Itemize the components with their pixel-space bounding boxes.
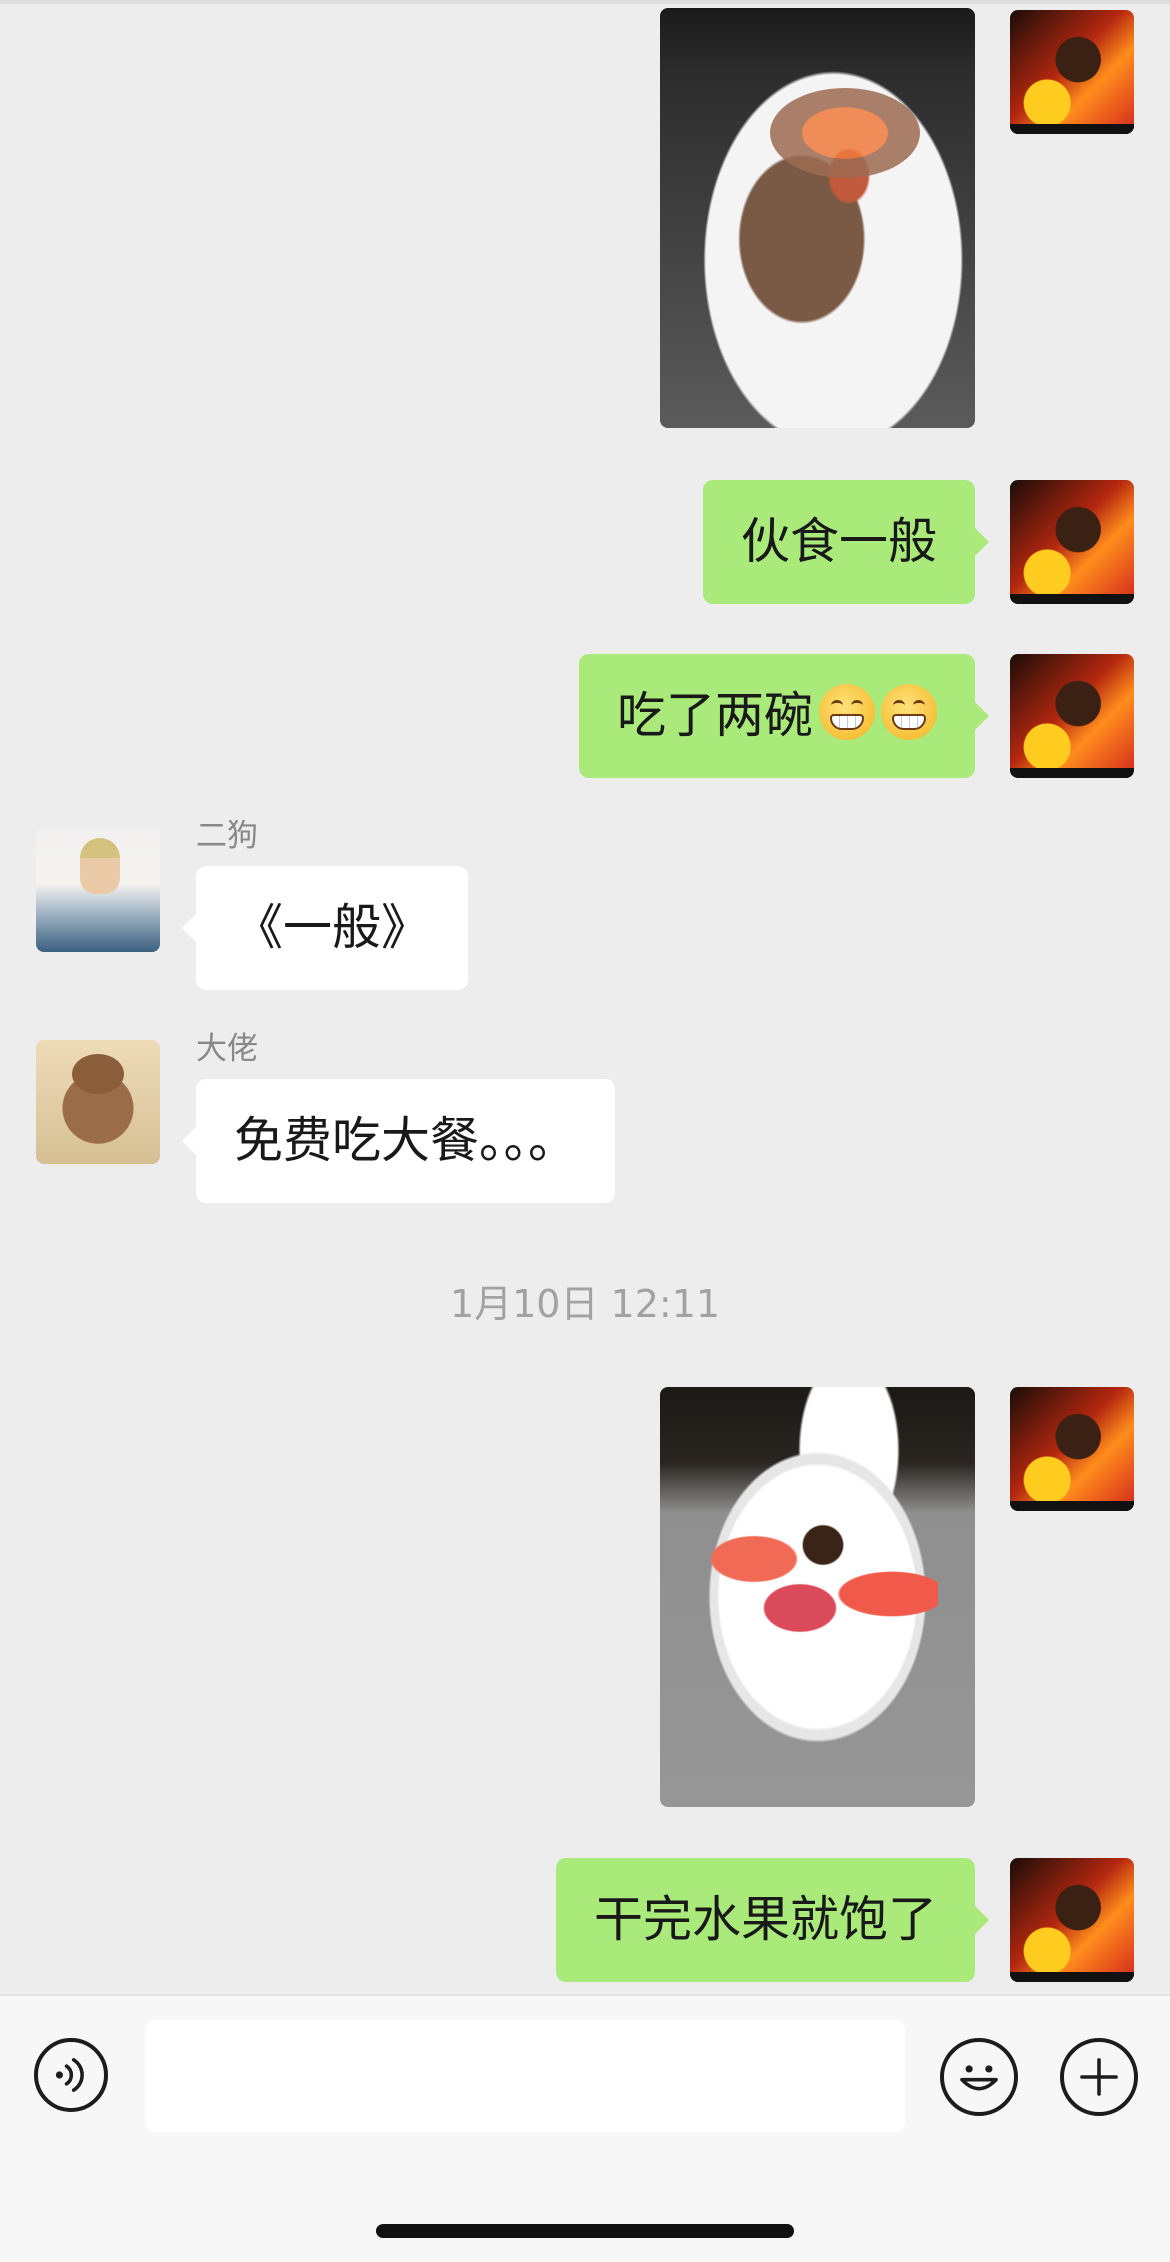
self-avatar[interactable] xyxy=(1010,480,1134,604)
plus-icon[interactable] xyxy=(1060,2038,1138,2116)
chat-timestamp: 1月10日 12:11 xyxy=(449,1282,721,1326)
self-avatar[interactable] xyxy=(1010,1858,1134,1982)
food-photo-message[interactable] xyxy=(660,8,975,428)
outgoing-message-bubble[interactable]: 干完水果就饱了 xyxy=(555,1858,990,1982)
message-text: 干完水果就饱了 xyxy=(593,1891,937,1948)
message-text: 吃了两碗 xyxy=(616,687,813,744)
message-text: 《一般》 xyxy=(234,899,431,956)
voice-icon[interactable] xyxy=(34,2038,108,2112)
incoming-message-bubble[interactable]: 免费吃大餐。。。 xyxy=(181,1079,616,1203)
sender-name: 大佬 xyxy=(196,1031,258,1067)
ergou-avatar[interactable] xyxy=(36,828,160,952)
message-text: 伙食一般 xyxy=(740,513,937,570)
self-avatar[interactable] xyxy=(1010,1387,1134,1511)
chat-input-bar xyxy=(0,1994,1170,2262)
self-avatar[interactable] xyxy=(1010,10,1134,134)
message-input[interactable] xyxy=(145,2020,905,2132)
sender-name: 二狗 xyxy=(196,818,258,854)
outgoing-message-bubble[interactable]: 伙食一般 xyxy=(702,480,990,604)
message-text: 免费吃大餐。。。 xyxy=(234,1112,578,1169)
outgoing-message-bubble[interactable]: 吃了两碗 xyxy=(578,654,990,778)
self-avatar[interactable] xyxy=(1010,654,1134,778)
home-indicator xyxy=(376,2224,794,2238)
grinning-face-emoji-icon xyxy=(881,684,937,740)
fruit-photo-message[interactable] xyxy=(660,1387,975,1807)
grinning-face-emoji-icon xyxy=(819,684,875,740)
dalao-avatar[interactable] xyxy=(36,1040,160,1164)
top-divider xyxy=(0,0,1170,4)
emoji-icon[interactable] xyxy=(940,2038,1018,2116)
incoming-message-bubble[interactable]: 《一般》 xyxy=(181,866,469,990)
